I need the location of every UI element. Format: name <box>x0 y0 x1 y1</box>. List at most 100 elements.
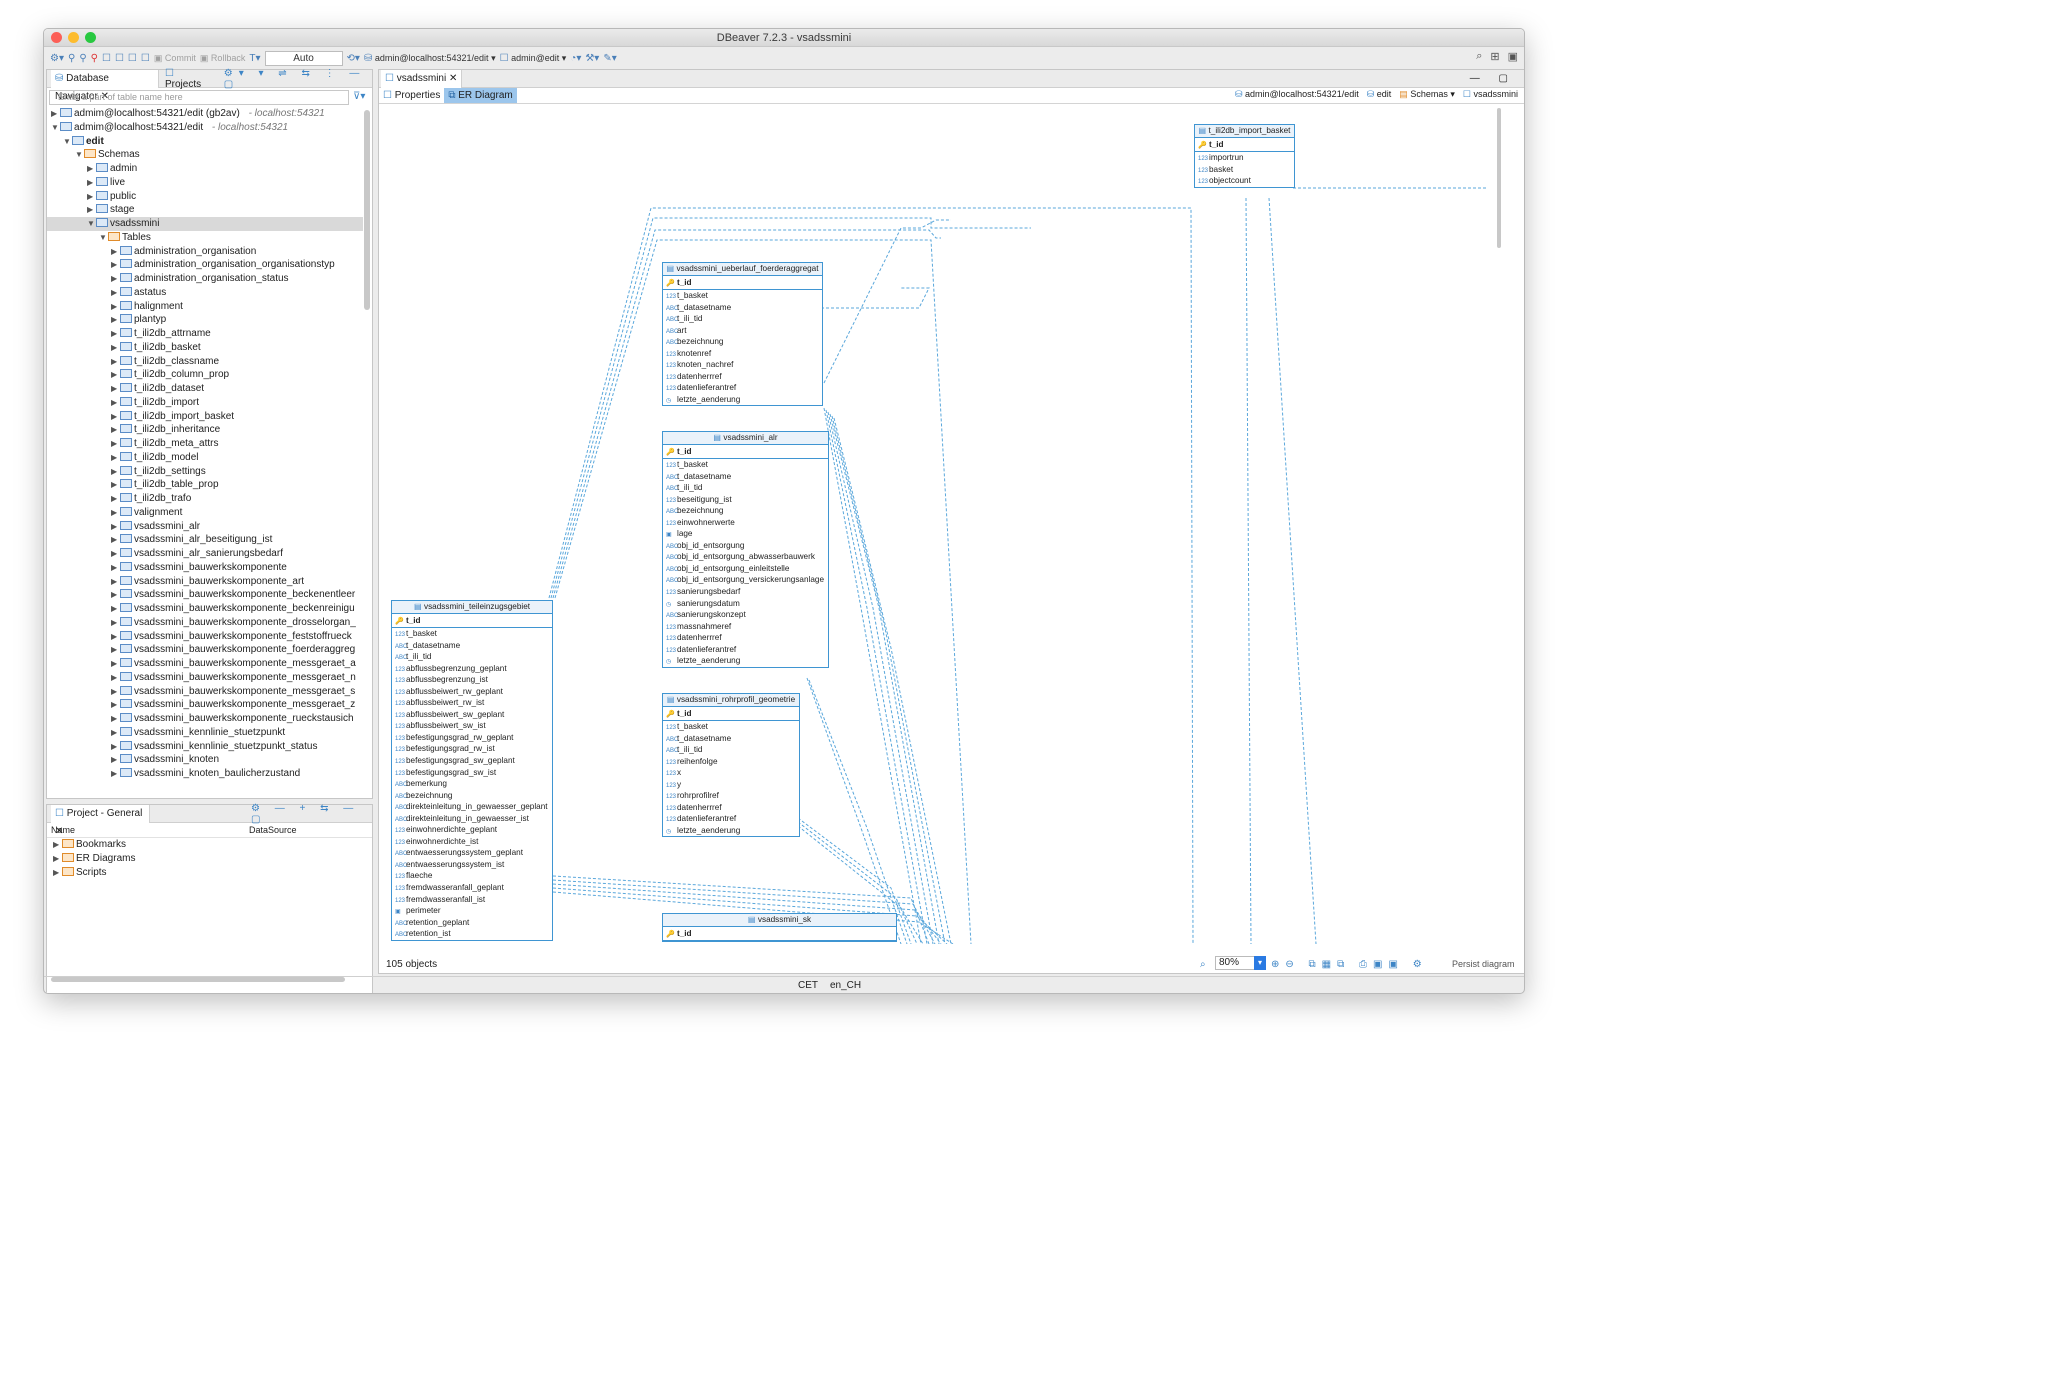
entity-column[interactable]: ABCobj_id_entsorgung_abwasserbauwerk <box>663 551 828 563</box>
table-item[interactable]: ▶ t_ili2db_dataset <box>47 382 363 396</box>
commit-button[interactable]: ▣ Commit <box>154 53 196 64</box>
expand-arrow-icon[interactable]: ▶ <box>111 685 120 699</box>
expand-arrow-icon[interactable]: ▶ <box>111 272 120 286</box>
database-edit[interactable]: ▼ edit <box>47 135 363 149</box>
entity-column[interactable]: ABCbezeichnung <box>392 790 552 802</box>
zoom-search-icon[interactable]: ⌕ <box>1200 959 1206 970</box>
dbeaver-perspective-icon[interactable]: ▣ <box>1508 50 1518 63</box>
expand-arrow-icon[interactable]: ▶ <box>51 107 60 121</box>
entity-column[interactable]: 123t_basket <box>663 721 799 733</box>
entity-column[interactable]: ABCobj_id_entsorgung <box>663 540 828 552</box>
zoom-dropdown-icon[interactable]: ▾ <box>1254 956 1266 970</box>
expand-arrow-icon[interactable]: ▶ <box>111 396 120 410</box>
expand-arrow-icon[interactable]: ▶ <box>111 410 120 424</box>
table-item[interactable]: ▶ vsadssmini_bauwerkskomponente_messgerae… <box>47 657 363 671</box>
table-item[interactable]: ▶ vsadssmini_bauwerkskomponente_art <box>47 575 363 589</box>
table-item[interactable]: ▶ valignment <box>47 506 363 520</box>
persist-diagram-button[interactable]: Persist diagram <box>1452 959 1515 969</box>
expand-arrow-icon[interactable]: ▶ <box>111 698 120 712</box>
table-item[interactable]: ▶ t_ili2db_import <box>47 396 363 410</box>
expand-arrow-icon[interactable]: ▶ <box>111 451 120 465</box>
entity-column[interactable]: 123datenherrref <box>663 802 799 814</box>
entity-column[interactable]: ABCsanierungskonzept <box>663 609 828 621</box>
tab-er-diagram[interactable]: ⧉ ER Diagram <box>444 88 517 103</box>
entity-column[interactable]: ABCdirekteinleitung_in_gewaesser_geplant <box>392 801 552 813</box>
table-item[interactable]: ▶ t_ili2db_trafo <box>47 492 363 506</box>
entity-alr[interactable]: ▤ vsadssmini_alr 🔑 t_id 123t_basket ABCt_dat… <box>662 431 829 668</box>
primary-key-column[interactable]: 🔑 t_id <box>663 276 822 290</box>
table-item[interactable]: ▶ t_ili2db_basket <box>47 341 363 355</box>
connect-icon[interactable]: ⚲ <box>68 53 75 64</box>
expand-arrow-icon[interactable]: ▶ <box>111 630 120 644</box>
entity-column[interactable]: 123x <box>663 767 799 779</box>
table-item[interactable]: ▶ vsadssmini_knoten_baulicherzustand <box>47 767 363 781</box>
tables-folder[interactable]: ▼ Tables <box>47 231 363 245</box>
new-script-icon[interactable]: ☐ <box>115 53 124 64</box>
expand-arrow-icon[interactable]: ▶ <box>111 520 120 534</box>
expand-arrow-icon[interactable]: ▶ <box>111 245 120 259</box>
project-item-1[interactable]: ▶ ER Diagrams <box>47 852 372 866</box>
expand-arrow-icon[interactable]: ▶ <box>53 866 62 880</box>
entity-column[interactable]: ABCt_ili_tid <box>392 651 552 663</box>
expand-arrow-icon[interactable]: ▼ <box>63 135 72 149</box>
table-item[interactable]: ▶ t_ili2db_table_prop <box>47 478 363 492</box>
table-item[interactable]: ▶ vsadssmini_kennlinie_stuetzpunkt_status <box>47 740 363 754</box>
expand-arrow-icon[interactable]: ▶ <box>111 492 120 506</box>
table-item[interactable]: ▶ t_ili2db_import_basket <box>47 410 363 424</box>
expand-arrow-icon[interactable]: ▶ <box>111 382 120 396</box>
entity-column[interactable]: 123beseitigung_ist <box>663 494 828 506</box>
schema-public[interactable]: ▶ public <box>47 190 363 204</box>
entity-column[interactable]: 123datenlieferantref <box>663 813 799 825</box>
zoom-icon[interactable] <box>85 32 96 43</box>
expand-arrow-icon[interactable]: ▶ <box>111 465 120 479</box>
tab-projects[interactable]: ☐ Projects <box>165 68 208 90</box>
expand-arrow-icon[interactable]: ▶ <box>111 437 120 451</box>
zoom-select[interactable]: 80% <box>1215 956 1259 970</box>
entity-column[interactable]: ABCt_datasetname <box>663 733 799 745</box>
entity-column[interactable]: ABCentwaesserungssystem_geplant <box>392 847 552 859</box>
entity-import_basket[interactable]: ▤ t_ili2db_import_basket 🔑 t_id 123importru… <box>1194 124 1295 188</box>
expand-arrow-icon[interactable]: ▶ <box>53 852 62 866</box>
expand-arrow-icon[interactable]: ▶ <box>111 657 120 671</box>
table-item[interactable]: ▶ t_ili2db_classname <box>47 355 363 369</box>
crumb-schema[interactable]: ☐ vsadssmini <box>1463 89 1518 100</box>
entity-column[interactable]: ▣ lage <box>663 528 828 540</box>
crumb-database[interactable]: ⛁ edit <box>1367 89 1392 100</box>
entity-column[interactable]: ABCart <box>663 325 822 337</box>
expand-arrow-icon[interactable]: ▶ <box>87 176 96 190</box>
expand-arrow-icon[interactable]: ▶ <box>87 203 96 217</box>
project-item-2[interactable]: ▶ Scripts <box>47 866 372 880</box>
entity-column[interactable]: ◷ sanierungsdatum <box>663 598 828 610</box>
table-item[interactable]: ▶ t_ili2db_inheritance <box>47 423 363 437</box>
active-connection-selector[interactable]: ⛁ admin@localhost:54321/edit ▾ <box>364 53 496 64</box>
expand-arrow-icon[interactable]: ▼ <box>87 217 96 231</box>
schema-vsadssmini[interactable]: ▼ vsadssmini <box>47 217 363 231</box>
expand-arrow-icon[interactable]: ▶ <box>111 506 120 520</box>
sql-editor-icon[interactable]: ☐ <box>102 53 111 64</box>
schema-live[interactable]: ▶ live <box>47 176 363 190</box>
expand-arrow-icon[interactable]: ▶ <box>111 327 120 341</box>
table-item[interactable]: ▶ vsadssmini_bauwerkskomponente <box>47 561 363 575</box>
tab-database-navigator[interactable]: ⛁ Database Navigator ✕ <box>51 69 159 102</box>
expand-arrow-icon[interactable]: ▶ <box>111 258 120 272</box>
schemas-folder[interactable]: ▼ Schemas <box>47 148 363 162</box>
close-icon[interactable] <box>51 32 62 43</box>
table-item[interactable]: ▶ vsadssmini_knoten <box>47 753 363 767</box>
table-item[interactable]: ▶ halignment <box>47 300 363 314</box>
entity-sk[interactable]: ▤ vsadssmini_sk 🔑 t_id <box>662 913 897 942</box>
reconnect-icon[interactable]: ⚲ <box>79 53 86 64</box>
expand-arrow-icon[interactable]: ▶ <box>111 547 120 561</box>
expand-arrow-icon[interactable]: ▶ <box>111 767 120 781</box>
primary-key-column[interactable]: 🔑 t_id <box>663 445 828 459</box>
expand-arrow-icon[interactable]: ▶ <box>111 643 120 657</box>
entity-column[interactable]: 123datenlieferantref <box>663 644 828 656</box>
entity-column[interactable]: 123datenlieferantref <box>663 382 822 394</box>
table-item[interactable]: ▶ vsadssmini_bauwerkskomponente_beckenrei… <box>47 602 363 616</box>
table-item[interactable]: ▶ vsadssmini_bauwerkskomponente_foerderag… <box>47 643 363 657</box>
entity-column[interactable]: 123flaeche <box>392 870 552 882</box>
minimize-icon[interactable] <box>68 32 79 43</box>
expand-arrow-icon[interactable]: ▶ <box>111 616 120 630</box>
crumb-schemas[interactable]: ▤ Schemas ▾ <box>1399 89 1455 100</box>
entity-column[interactable]: ABCbemerkung <box>392 778 552 790</box>
filter-icon[interactable]: ⊽▾ <box>353 91 365 102</box>
